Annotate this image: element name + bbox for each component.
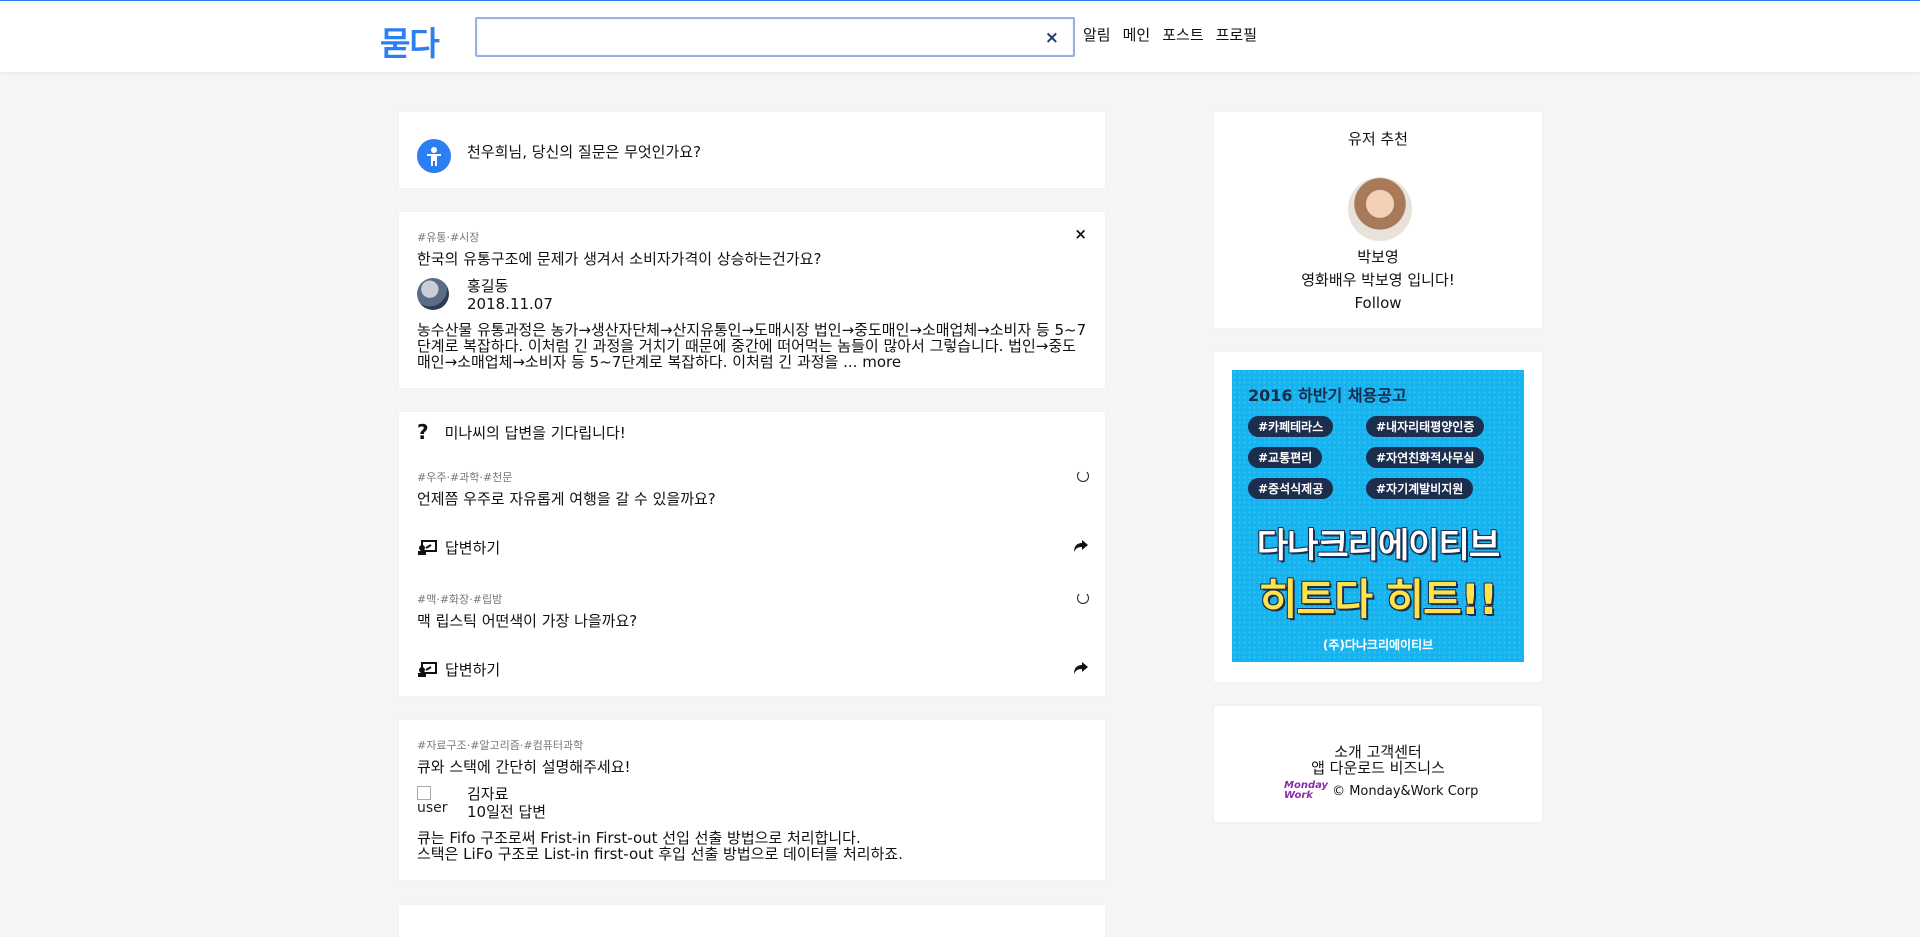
nav-post[interactable]: 포스트 <box>1162 24 1203 45</box>
answer-text-line: 스택은 LiFo 구조로 List-in first-out 후입 선출 방법으… <box>417 845 903 863</box>
recommended-user-info: 박보영 영화배우 박보영 입니다! Follow <box>1214 246 1542 315</box>
avatar[interactable] <box>1348 177 1412 241</box>
user-recommendation-card: 유저 추천 박보영 영화배우 박보영 입니다! Follow <box>1214 112 1542 328</box>
footer-link-business[interactable]: 비즈니스 <box>1390 759 1445 777</box>
clear-search-icon[interactable]: × <box>1045 28 1059 48</box>
follow-button[interactable]: Follow <box>1214 292 1542 315</box>
ad-tag: #자연친화적사무실 <box>1366 447 1485 468</box>
answer-body: 큐는 Fifo 구조로써 Frist-in First-out 선입 선출 방법… <box>417 830 903 862</box>
main-nav: 알림 메인 포스트 프로필 <box>1083 24 1257 45</box>
header: 묻다 × 알림 메인 포스트 프로필 <box>0 1 1920 72</box>
close-icon[interactable]: × <box>1074 225 1087 243</box>
avatar[interactable] <box>417 278 449 310</box>
ad-company: 다나크리에이티브 <box>1256 526 1500 566</box>
ad-tag: #중석식제공 <box>1248 478 1334 499</box>
footer-links: 소개 고객센터 <box>1214 744 1542 760</box>
nav-profile[interactable]: 프로필 <box>1216 24 1257 45</box>
answer-text-line: 큐는 Fifo 구조로써 Frist-in First-out 선입 선출 방법… <box>417 829 861 847</box>
ask-question-card[interactable]: 천우희님, 당신의 질문은 무엇인가요? <box>399 112 1105 188</box>
nav-main[interactable]: 메인 <box>1123 24 1151 45</box>
more-link[interactable]: more <box>862 353 901 371</box>
recommendation-title: 유저 추천 <box>1348 130 1408 148</box>
ad-tag: #내자리태평양인증 <box>1366 416 1485 437</box>
share-icon[interactable] <box>1073 539 1089 557</box>
share-icon[interactable] <box>1073 661 1089 679</box>
question-title[interactable]: 언제쯤 우주로 자유롭게 여행을 갈 수 있을까요? <box>417 488 716 509</box>
footer-link-app[interactable]: 앱 다운로드 <box>1311 759 1385 777</box>
avatar[interactable]: user <box>417 786 448 816</box>
author-name[interactable]: 김자료 <box>467 785 546 803</box>
question-title[interactable]: 큐와 스택에 간단히 설명해주세요! <box>417 756 631 777</box>
answer-button[interactable]: 답변하기 <box>417 659 500 680</box>
write-answer-icon <box>418 661 437 677</box>
person-icon <box>417 139 451 173</box>
ad-card: 2016 하반기 채용공고 #카페테라스 #내자리태평양인증 #교통편리 #자연… <box>1214 352 1542 682</box>
question-title[interactable]: 맥 립스틱 어떤색이 가장 나을까요? <box>417 610 637 631</box>
question-tags[interactable]: #맥·#화장·#립밤 <box>417 591 502 607</box>
ad-tag: #교통편리 <box>1248 447 1323 468</box>
author-info: 김자료 10일전 답변 <box>467 785 546 821</box>
ad-footer: (주)다나크리에이티브 <box>1322 638 1434 652</box>
write-answer-icon <box>418 539 437 555</box>
answer-date: 10일전 답변 <box>467 803 547 821</box>
company-logo: Monday Work <box>1284 781 1328 801</box>
author-info: 홍길동 2018.11.07 <box>467 277 553 313</box>
question-mark-icon: ? <box>417 420 429 444</box>
nav-notifications[interactable]: 알림 <box>1083 24 1111 45</box>
question-card: #유통·#시장 × 한국의 유통구조에 문제가 생겨서 소비자가격이 상승하는건… <box>399 212 1105 388</box>
question-card: #자료구조·#알고리즘·#컴퓨터과학 큐와 스택에 간단히 설명해주세요! us… <box>399 720 1105 880</box>
ad-tag: #카페테라스 <box>1248 416 1334 437</box>
recommended-user-name[interactable]: 박보영 <box>1214 246 1542 269</box>
logo[interactable]: 묻다 <box>380 17 440 65</box>
answer-button[interactable]: 답변하기 <box>417 537 500 558</box>
footer-links: 앱 다운로드 비즈니스 <box>1214 760 1542 776</box>
ad-tag: #자기계발비지원 <box>1366 478 1474 499</box>
answer-label[interactable]: 답변하기 <box>445 537 500 558</box>
ad-slogan: 히트다 히트!! <box>1258 575 1498 624</box>
avatar-alt-text: user <box>417 800 448 816</box>
answer-date: 2018.11.07 <box>467 295 553 313</box>
waiting-title: 미나씨의 답변을 기다립니다! <box>444 423 626 442</box>
question-tags[interactable]: #자료구조·#알고리즘·#컴퓨터과학 <box>417 737 583 753</box>
copyright-row: Monday Work © Monday&Work Corp <box>1284 781 1478 801</box>
footer-card: 소개 고객센터 앱 다운로드 비즈니스 Monday Work © Monday… <box>1214 706 1542 822</box>
copyright-text: © Monday&Work Corp <box>1332 783 1479 799</box>
recommended-user-bio: 영화배우 박보영 입니다! <box>1301 271 1455 289</box>
loading-icon[interactable] <box>1077 592 1089 604</box>
question-tags[interactable]: #우주·#과학·#천문 <box>417 469 512 485</box>
answer-label[interactable]: 답변하기 <box>445 659 500 680</box>
answer-body: 농수산물 유통과정은 농가→생산자단체→산지유통인→도매시장 법인→중도매인→소… <box>417 322 1089 370</box>
waiting-answers-card: ? 미나씨의 답변을 기다립니다! #우주·#과학·#천문 언제쯤 우주로 자유… <box>399 412 1105 696</box>
waiting-header: ? 미나씨의 답변을 기다립니다! <box>417 420 626 444</box>
question-title[interactable]: 한국의 유통구조에 문제가 생겨서 소비자가격이 상승하는건가요? <box>417 248 821 269</box>
author-name[interactable]: 홍길동 <box>467 277 553 295</box>
ask-prompt[interactable]: 천우희님, 당신의 질문은 무엇인가요? <box>467 141 701 162</box>
loading-icon[interactable] <box>1077 470 1089 482</box>
logo-line: Work <box>1284 790 1313 801</box>
question-card <box>399 905 1105 937</box>
search-input[interactable] <box>477 19 1073 55</box>
search-box: × <box>475 17 1075 57</box>
ad-banner[interactable]: 2016 하반기 채용공고 #카페테라스 #내자리태평양인증 #교통편리 #자연… <box>1232 370 1524 662</box>
answer-text: 농수산물 유통과정은 농가→생산자단체→산지유통인→도매시장 법인→중도매인→소… <box>417 321 1087 371</box>
question-tags[interactable]: #유통·#시장 <box>417 229 479 245</box>
ad-heading: 2016 하반기 채용공고 <box>1248 386 1407 405</box>
